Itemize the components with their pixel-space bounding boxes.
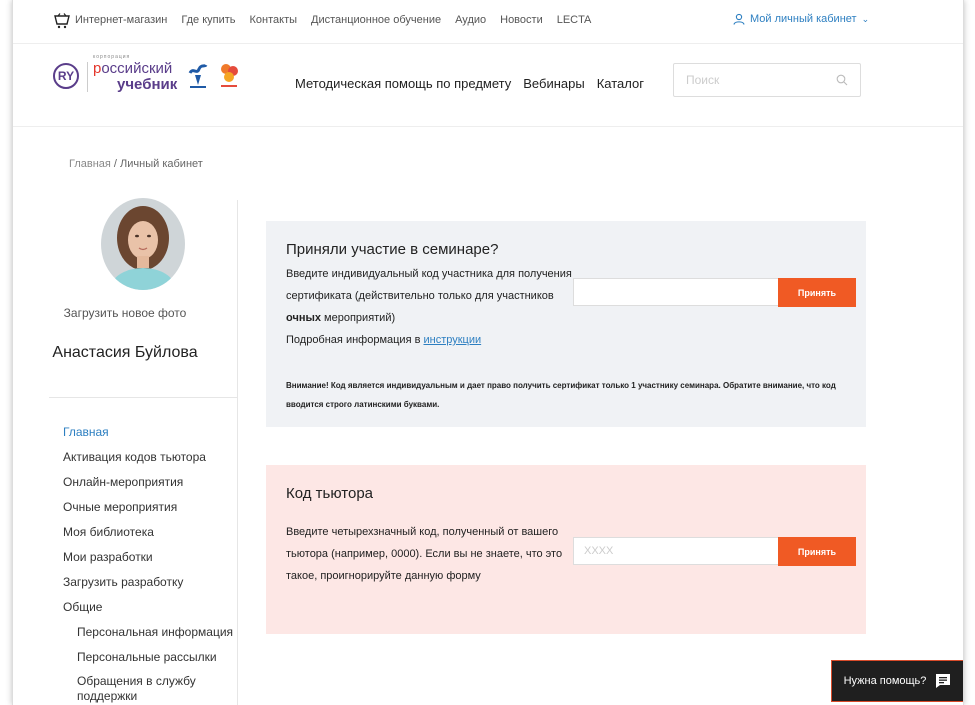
page-frame: Интернет-магазин Где купить Контакты Дис… (12, 0, 964, 705)
logo-divider (87, 62, 88, 92)
nav-webinars[interactable]: Вебинары (523, 76, 584, 91)
top-link-where-to-buy[interactable]: Где купить (181, 14, 235, 26)
breadcrumb: Главная / Личный кабинет (69, 158, 203, 170)
help-label: Нужна помощь? (843, 675, 927, 687)
sidebar-menu: Главная Активация кодов тьютора Онлайн-м… (63, 424, 233, 704)
top-link-contacts[interactable]: Контакты (250, 14, 298, 26)
seminar-code-panel: Приняли участие в семинаре? Введите инди… (266, 221, 866, 427)
sidebar-item-library[interactable]: Моя библиотека (63, 524, 233, 549)
drofa-logo-icon[interactable] (187, 61, 209, 91)
logo-text-line2[interactable]: учебник (117, 77, 177, 92)
top-links: Интернет-магазин Где купить Контакты Дис… (75, 14, 591, 26)
seminar-code-input[interactable] (573, 278, 779, 306)
seminar-description: Введите индивидуальный код участника для… (286, 263, 576, 351)
sidebar-item-my-developments[interactable]: Мои разработки (63, 549, 233, 574)
search-box (673, 63, 861, 97)
breadcrumb-home[interactable]: Главная (69, 158, 111, 170)
seminar-text-bold: очных (286, 312, 321, 324)
account-label: Мой личный кабинет (750, 13, 857, 25)
sidebar-item-upload-development[interactable]: Загрузить разработку (63, 574, 233, 599)
search-icon[interactable] (836, 74, 848, 86)
sidebar-item-tutor-codes[interactable]: Активация кодов тьютора (63, 449, 233, 474)
logo-word-rossiysky: оссийский (101, 60, 173, 77)
sidebar-item-personal-mailings[interactable]: Персональные рассылки (63, 649, 233, 674)
top-link-distance-learning[interactable]: Дистанционное обучение (311, 14, 441, 26)
site-header: RY корпорация российский учебник Методич… (13, 45, 963, 127)
search-input[interactable] (674, 64, 824, 96)
ventana-graf-logo-icon[interactable] (218, 61, 240, 91)
upload-photo-link[interactable]: Загрузить новое фото (13, 306, 237, 320)
top-link-audio[interactable]: Аудио (455, 14, 486, 26)
cart-icon[interactable] (53, 13, 71, 29)
sidebar-item-general[interactable]: Общие (63, 599, 233, 624)
tutor-accept-button[interactable]: Принять (778, 537, 856, 566)
top-link-news[interactable]: Новости (500, 14, 543, 26)
top-link-lecta[interactable]: LECTA (557, 14, 592, 26)
sidebar-item-online-events[interactable]: Онлайн-мероприятия (63, 474, 233, 499)
account-menu[interactable]: Мой личный кабинет ⌄ (733, 13, 869, 25)
logo-emblem[interactable]: RY (53, 63, 79, 89)
nav-catalog[interactable]: Каталог (597, 76, 644, 91)
chevron-down-icon: ⌄ (861, 13, 870, 24)
avatar[interactable] (101, 198, 185, 290)
user-icon (733, 13, 745, 25)
seminar-info-prefix: Подробная информация в (286, 334, 424, 346)
tutor-code-input[interactable] (573, 537, 779, 565)
nav-methodical-help[interactable]: Методическая помощь по предмету (295, 76, 511, 91)
seminar-title: Приняли участие в семинаре? (286, 241, 499, 258)
seminar-text-2: мероприятий) (321, 312, 396, 324)
top-link-shop[interactable]: Интернет-магазин (75, 14, 167, 26)
sidebar-divider (49, 397, 237, 398)
seminar-accept-button[interactable]: Принять (778, 278, 856, 307)
sidebar-item-support-requests[interactable]: Обращения в службу поддержки (63, 674, 223, 704)
main-nav: Методическая помощь по предмету Вебинары… (295, 76, 644, 91)
breadcrumb-current: Личный кабинет (120, 158, 203, 170)
tutor-title: Код тьютора (286, 485, 374, 502)
chat-icon (936, 674, 951, 688)
instructions-link[interactable]: инструкции (423, 334, 481, 346)
breadcrumb-separator: / (110, 158, 121, 170)
seminar-text-1: Введите индивидуальный код участника для… (286, 268, 572, 302)
user-name: Анастасия Буйлова (52, 344, 198, 361)
avatar-photo (101, 198, 185, 290)
seminar-warning: Внимание! Код является индивидуальным и … (286, 381, 836, 409)
sidebar-item-personal-info[interactable]: Персональная информация (63, 624, 233, 649)
top-bar: Интернет-магазин Где купить Контакты Дис… (13, 0, 963, 44)
help-button[interactable]: Нужна помощь? (831, 660, 963, 702)
logo-text-line1[interactable]: российский (93, 61, 172, 76)
tutor-description: Введите четырехзначный код, полученный о… (286, 526, 563, 582)
sidebar-item-home[interactable]: Главная (63, 424, 233, 449)
sidebar-item-offline-events[interactable]: Очные мероприятия (63, 499, 233, 524)
sidebar-vertical-divider (237, 200, 238, 705)
tutor-code-panel: Код тьютора Введите четырехзначный код, … (266, 465, 866, 634)
